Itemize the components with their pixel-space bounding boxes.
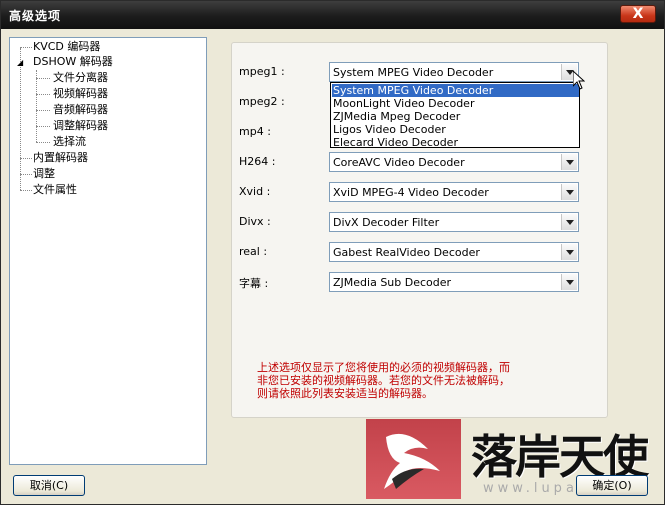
tree-item-audio-decoder[interactable]: 音频解码器 xyxy=(53,103,108,117)
label-xvid: Xvid : xyxy=(239,185,271,198)
watermark-logo xyxy=(366,419,461,499)
label-divx: Divx : xyxy=(239,215,271,228)
tree-item-dshow-decoder[interactable]: DSHOW 解码器 xyxy=(33,55,113,69)
tree-connector xyxy=(20,190,32,191)
chevron-down-icon[interactable] xyxy=(561,184,577,200)
combo-value: CoreAVC Video Decoder xyxy=(333,156,465,169)
chevron-down-icon[interactable] xyxy=(561,274,577,290)
label-h264: H264 : xyxy=(239,155,276,168)
combo-value: Gabest RealVideo Decoder xyxy=(333,246,480,259)
combo-value: DivX Decoder Filter xyxy=(333,216,440,229)
ok-button[interactable]: 确定(O) xyxy=(576,475,648,496)
options-tree[interactable]: ◢ KVCD 编码器 DSHOW 解码器 文件分离器 视频解码器 音频解码器 调… xyxy=(9,37,207,465)
tree-connector xyxy=(20,158,32,159)
tree-connector xyxy=(36,142,50,143)
dropdown-option-ligos[interactable]: Ligos Video Decoder xyxy=(332,123,579,136)
tree-connector xyxy=(20,47,32,48)
label-real: real : xyxy=(239,245,268,258)
tree-connector xyxy=(36,94,50,95)
label-subtitle: 字幕 : xyxy=(239,277,269,290)
dropdown-option-system-mpeg[interactable]: System MPEG Video Decoder xyxy=(332,84,579,97)
dropdown-option-elecard[interactable]: Elecard Video Decoder xyxy=(332,136,579,149)
label-mp4: mp4 : xyxy=(239,125,271,138)
combo-value: ZJMedia Sub Decoder xyxy=(333,276,452,289)
combo-real[interactable]: Gabest RealVideo Decoder xyxy=(329,242,579,262)
note-line: 则请依照此列表安装适当的解码器。 xyxy=(257,387,433,400)
tree-connector xyxy=(36,70,37,142)
dropdown-option-moonlight[interactable]: MoonLight Video Decoder xyxy=(332,97,579,110)
note-line: 上述选项仅显示了您将使用的必须的视频解码器，而 xyxy=(257,361,510,374)
tree-connector xyxy=(36,110,50,111)
tree-item-adjust-decoder[interactable]: 调整解码器 xyxy=(53,119,108,133)
window-title: 高级选项 xyxy=(9,9,62,23)
combo-h264[interactable]: CoreAVC Video Decoder xyxy=(329,152,579,172)
tree-connector xyxy=(20,174,32,175)
combo-value: System MPEG Video Decoder xyxy=(333,66,494,79)
combo-xvid[interactable]: XviD MPEG-4 Video Decoder xyxy=(329,182,579,202)
cancel-button[interactable]: 取消(C) xyxy=(13,475,85,496)
title-bar[interactable]: 高级选项 X xyxy=(1,1,664,29)
decoder-note: 上述选项仅显示了您将使用的必须的视频解码器，而 非您已安装的视频解码器。若您的文… xyxy=(257,361,510,400)
mouse-cursor-icon xyxy=(573,71,585,90)
tree-connector xyxy=(20,48,21,190)
note-line: 非您已安装的视频解码器。若您的文件无法被解码， xyxy=(257,374,510,387)
tree-connector xyxy=(36,78,50,79)
combo-divx[interactable]: DivX Decoder Filter xyxy=(329,212,579,232)
tree-expanded-icon[interactable]: ◢ xyxy=(17,59,23,67)
close-button[interactable]: X xyxy=(620,5,656,23)
dropdown-option-zjmedia-mpeg[interactable]: ZJMedia Mpeg Decoder xyxy=(332,110,579,123)
tree-item-file-splitter[interactable]: 文件分离器 xyxy=(53,71,108,85)
angel-logo-icon xyxy=(384,433,440,489)
chevron-down-icon[interactable] xyxy=(561,214,577,230)
tree-item-kvcd-encoder[interactable]: KVCD 编码器 xyxy=(33,40,100,54)
chevron-down-icon[interactable] xyxy=(561,154,577,170)
chevron-down-icon[interactable] xyxy=(561,244,577,260)
mpeg1-dropdown-list[interactable]: System MPEG Video Decoder MoonLight Vide… xyxy=(330,82,580,149)
tree-item-builtin-decoder[interactable]: 内置解码器 xyxy=(33,151,88,165)
label-mpeg1: mpeg1 : xyxy=(239,65,285,78)
advanced-options-dialog: 高级选项 X ◢ KVCD 编码器 DSHOW 解码器 文件分离器 视频解码器 … xyxy=(0,0,665,505)
tree-item-adjust[interactable]: 调整 xyxy=(33,167,55,181)
tree-item-video-decoder[interactable]: 视频解码器 xyxy=(53,87,108,101)
tree-item-file-properties[interactable]: 文件属性 xyxy=(33,183,77,197)
combo-mpeg1[interactable]: System MPEG Video Decoder xyxy=(329,62,579,82)
tree-item-select-stream[interactable]: 选择流 xyxy=(53,135,86,149)
label-mpeg2: mpeg2 : xyxy=(239,95,285,108)
tree-connector xyxy=(36,126,50,127)
combo-subtitle[interactable]: ZJMedia Sub Decoder xyxy=(329,272,579,292)
combo-value: XviD MPEG-4 Video Decoder xyxy=(333,186,489,199)
